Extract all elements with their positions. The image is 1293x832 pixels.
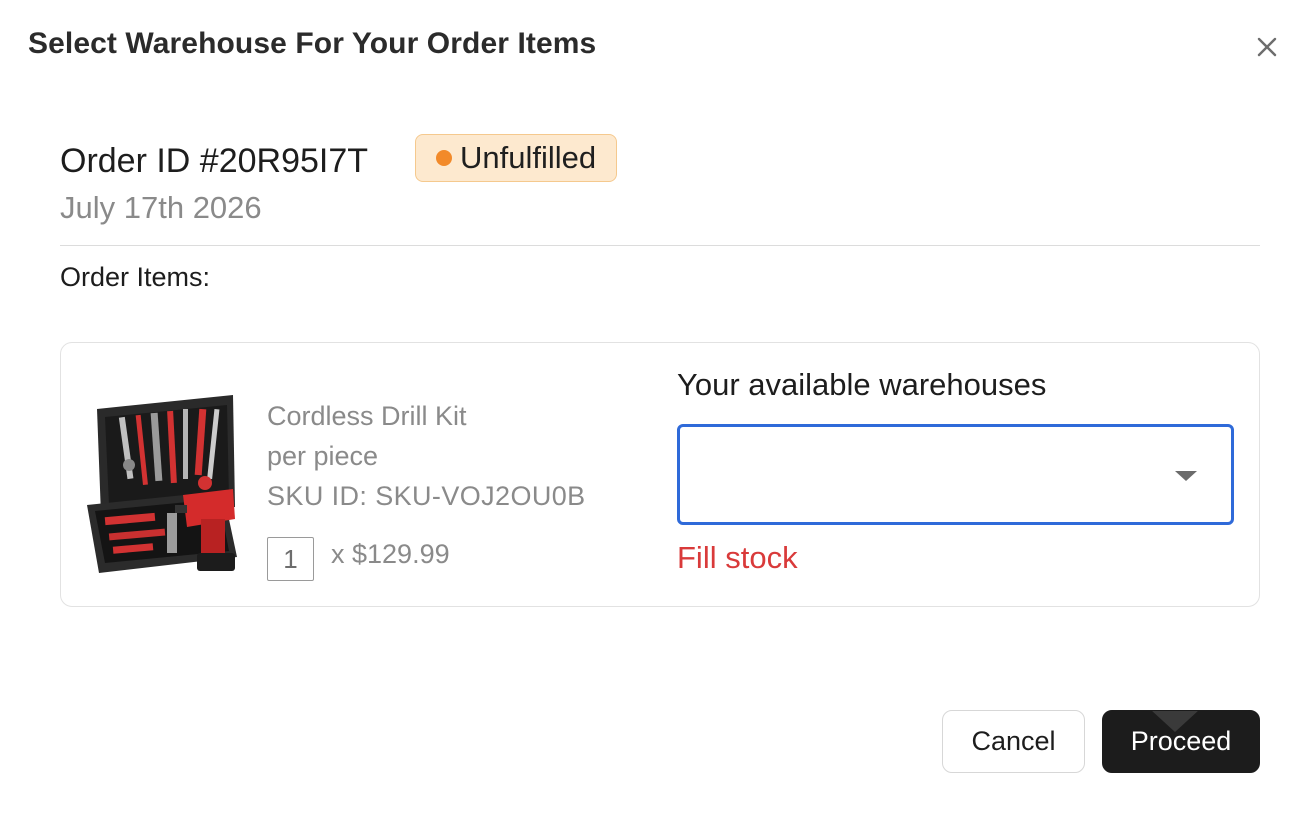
select-warehouse-dialog: Select Warehouse For Your Order Items Or… xyxy=(0,0,1293,832)
product-name: Cordless Drill Kit xyxy=(267,401,467,431)
drill-kit-image xyxy=(87,395,237,573)
order-id: Order ID #20R95I7T xyxy=(60,142,369,180)
proceed-button[interactable]: Proceed xyxy=(1102,710,1260,773)
warehouse-label: Your available warehouses xyxy=(677,367,1047,402)
order-item-card: Cordless Drill Kit per piece SKU ID: SKU… xyxy=(60,342,1260,607)
proceed-button-label: Proceed xyxy=(1130,726,1232,756)
product-sku: SKU ID: SKU-VOJ2OU0B xyxy=(267,481,586,511)
warehouse-error-message: Fill stock xyxy=(677,540,798,575)
status-text: Unfulfilled xyxy=(460,140,597,175)
dialog-title: Select Warehouse For Your Order Items xyxy=(28,27,597,60)
quantity-box: 1 xyxy=(267,537,314,581)
status-badge: Unfulfilled xyxy=(415,134,618,182)
item-price: x $129.99 xyxy=(331,539,450,569)
order-date: July 17th 2026 xyxy=(60,190,262,225)
close-icon xyxy=(1257,37,1277,57)
warehouse-select[interactable] xyxy=(677,424,1234,525)
chevron-down-icon xyxy=(1175,471,1197,481)
divider xyxy=(60,245,1260,246)
close-button[interactable] xyxy=(1250,30,1284,64)
status-dot-icon xyxy=(436,150,452,166)
cancel-button[interactable]: Cancel xyxy=(942,710,1085,773)
order-items-label: Order Items: xyxy=(60,262,211,292)
product-unit: per piece xyxy=(267,441,379,471)
